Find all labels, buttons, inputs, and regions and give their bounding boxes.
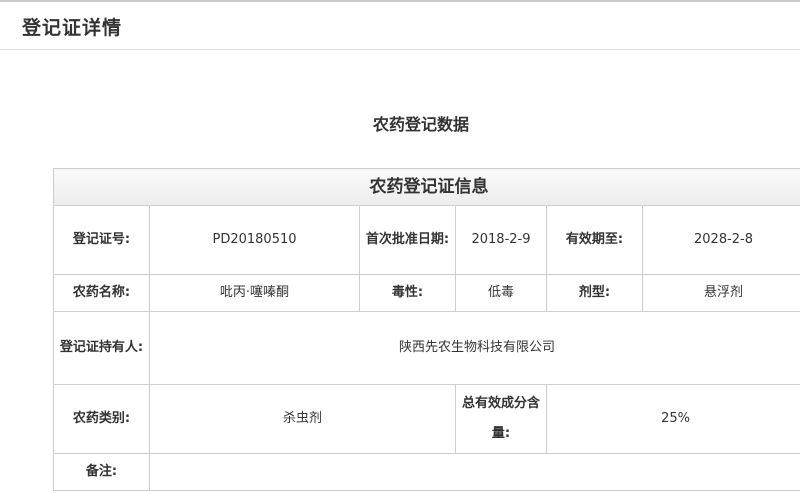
content-label: 总有效成分含量: xyxy=(455,384,547,454)
pesticide-name-label: 农药名称: xyxy=(53,274,150,312)
table-row: 登记证号: PD20180510 首次批准日期: 2018-2-9 有效期至: … xyxy=(53,205,800,275)
category-label: 农药类别: xyxy=(53,384,150,454)
remarks-label: 备注: xyxy=(53,453,150,491)
table-row: 农药类别: 杀虫剂 总有效成分含量: 25% xyxy=(53,384,800,454)
table-title: 农药登记证信息 xyxy=(52,168,800,206)
page-title: 登记证详情 xyxy=(22,17,123,39)
remarks-value xyxy=(148,453,800,491)
cert-no-label: 登记证号: xyxy=(53,205,150,275)
category-value: 杀虫剂 xyxy=(149,384,456,454)
toxicity-value: 低毒 xyxy=(455,274,547,312)
first-approval-value: 2018-2-9 xyxy=(455,205,547,275)
holder-value: 陕西先农生物科技有限公司 xyxy=(148,311,800,385)
formulation-value: 悬浮剂 xyxy=(641,274,800,312)
table-row: 登记证持有人: 陕西先农生物科技有限公司 xyxy=(53,311,800,385)
valid-until-label: 有效期至: xyxy=(546,205,643,275)
pesticide-name-value: 吡丙·噻嗪酮 xyxy=(149,274,360,312)
registration-info-table: 农药登记证信息 登记证号: PD20180510 首次批准日期: 2018-2-… xyxy=(52,168,800,491)
table-row: 农药名称: 吡丙·噻嗪酮 毒性: 低毒 剂型: 悬浮剂 xyxy=(53,274,800,312)
holder-label: 登记证持有人: xyxy=(53,311,150,385)
table-row: 备注: xyxy=(53,453,800,491)
section-title: 农药登记数据 xyxy=(372,115,469,134)
content-value: 25% xyxy=(545,384,800,454)
first-approval-label: 首次批准日期: xyxy=(359,205,456,275)
page-header: 登记证详情 xyxy=(0,0,800,50)
cert-no-value: PD20180510 xyxy=(149,205,360,275)
valid-until-value: 2028-2-8 xyxy=(641,205,800,275)
toxicity-label: 毒性: xyxy=(359,274,456,312)
formulation-label: 剂型: xyxy=(546,274,643,312)
